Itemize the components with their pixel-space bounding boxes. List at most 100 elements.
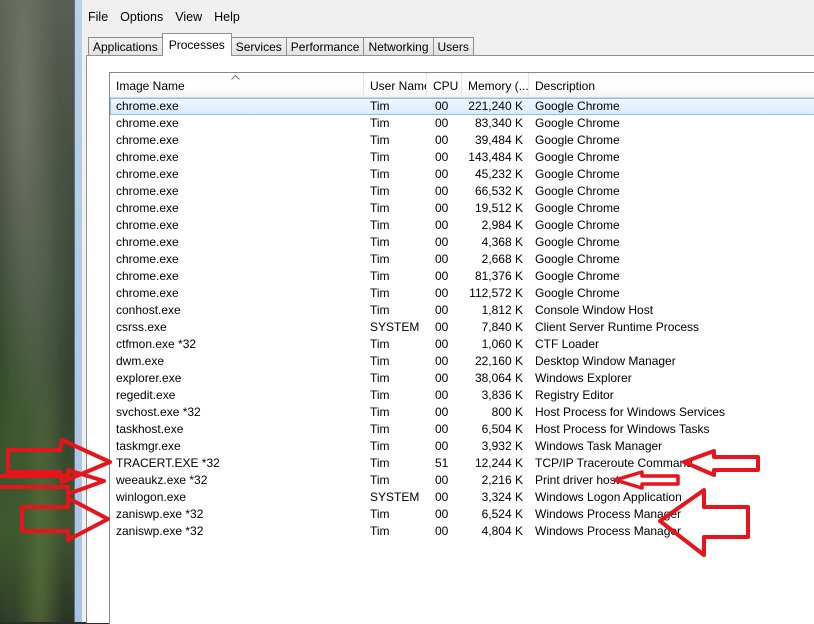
- cell-description: CTF Loader: [535, 337, 600, 351]
- column-header-memory[interactable]: Memory (...: [462, 73, 529, 97]
- table-row[interactable]: csrss.exe SYSTEM 00 7,840 K Client Server Ru…: [110, 319, 814, 336]
- cell-memory: 143,484 K: [468, 150, 523, 164]
- cell-cpu: 00: [435, 405, 449, 419]
- cell-image-name: winlogon.exe: [116, 490, 187, 504]
- table-row[interactable]: zaniswp.exe *32 Tim 00 6,524 K Windows Proce…: [110, 506, 814, 523]
- cell-image-name: conhost.exe: [116, 303, 181, 317]
- column-header-cpu[interactable]: CPU: [427, 73, 462, 97]
- cell-description: Google Chrome: [535, 218, 620, 232]
- column-header-image-name[interactable]: Image Name: [110, 73, 364, 97]
- cell-cpu: 00: [435, 320, 449, 334]
- table-row[interactable]: chrome.exe Tim 00 4,368 K Google Chrome: [110, 234, 814, 251]
- table-row[interactable]: winlogon.exe SYSTEM 00 3,324 K Windows Logon…: [110, 489, 814, 506]
- table-row[interactable]: chrome.exe Tim 00 66,532 K Google Chrome: [110, 183, 814, 200]
- tab-performance[interactable]: Performance: [285, 37, 365, 56]
- cell-user-name: Tim: [370, 252, 390, 266]
- cell-user-name: Tim: [370, 371, 390, 385]
- table-row[interactable]: taskmgr.exe Tim 00 3,932 K Windows Task Mana…: [110, 438, 814, 455]
- cell-image-name: TRACERT.EXE *32: [116, 456, 220, 470]
- cell-image-name: chrome.exe: [116, 184, 179, 198]
- cell-image-name: chrome.exe: [116, 167, 179, 181]
- cell-user-name: Tim: [370, 473, 390, 487]
- cell-cpu: 00: [435, 371, 449, 385]
- cell-image-name: zaniswp.exe *32: [116, 524, 204, 538]
- cell-cpu: 00: [435, 150, 449, 164]
- cell-user-name: Tim: [370, 218, 390, 232]
- cell-cpu: 00: [435, 99, 449, 113]
- cell-description: Google Chrome: [535, 252, 620, 266]
- cell-user-name: Tim: [370, 184, 390, 198]
- table-row[interactable]: taskhost.exe Tim 00 6,504 K Host Process for…: [110, 421, 814, 438]
- menu-options[interactable]: Options: [114, 6, 169, 28]
- table-row[interactable]: dwm.exe Tim 00 22,160 K Desktop Window Manag…: [110, 353, 814, 370]
- cell-memory: 1,812 K: [481, 303, 523, 317]
- cell-cpu: 00: [435, 235, 449, 249]
- process-list-header: Image Name User Name CPU Memory (... Des…: [110, 73, 814, 98]
- tab-applications[interactable]: Applications: [88, 37, 163, 56]
- table-row[interactable]: explorer.exe Tim 00 38,064 K Windows Explore…: [110, 370, 814, 387]
- tab-services[interactable]: Services: [230, 37, 287, 56]
- column-header-user-name[interactable]: User Name: [364, 73, 427, 97]
- table-row[interactable]: chrome.exe Tim 00 45,232 K Google Chrome: [110, 166, 814, 183]
- cell-description: Client Server Runtime Process: [535, 320, 700, 334]
- cell-memory: 39,484 K: [474, 133, 523, 147]
- cell-cpu: 00: [435, 388, 449, 402]
- cell-description: TCP/IP Traceroute Command: [535, 456, 693, 470]
- cell-memory: 7,840 K: [481, 320, 523, 334]
- menu-file[interactable]: File: [82, 6, 114, 28]
- table-row[interactable]: chrome.exe Tim 00 39,484 K Google Chrome: [110, 132, 814, 149]
- cell-memory: 83,340 K: [474, 116, 523, 130]
- table-row[interactable]: chrome.exe Tim 00 112,572 K Google Chrome: [110, 285, 814, 302]
- menu-view[interactable]: View: [169, 6, 208, 28]
- cell-cpu: 00: [435, 473, 449, 487]
- cell-description: Desktop Window Manager: [535, 354, 676, 368]
- column-header-description[interactable]: Description: [529, 73, 814, 97]
- menu-help[interactable]: Help: [208, 6, 246, 28]
- cell-image-name: svchost.exe *32: [116, 405, 201, 419]
- table-row[interactable]: weeaukz.exe *32 Tim 00 2,216 K Print driver …: [110, 472, 814, 489]
- tab-processes[interactable]: Processes: [161, 33, 232, 56]
- cell-memory: 38,064 K: [474, 371, 523, 385]
- cell-memory: 22,160 K: [474, 354, 523, 368]
- cell-cpu: 00: [435, 252, 449, 266]
- cell-description: Host Process for Windows Tasks: [535, 422, 710, 436]
- column-header-label: Image Name: [116, 79, 185, 93]
- table-row[interactable]: ctfmon.exe *32 Tim 00 1,060 K CTF Loader: [110, 336, 814, 353]
- table-row[interactable]: chrome.exe Tim 00 2,668 K Google Chrome: [110, 251, 814, 268]
- process-list[interactable]: Image Name User Name CPU Memory (... Des…: [109, 72, 814, 624]
- table-row[interactable]: TRACERT.EXE *32 Tim 51 12,244 K TCP/IP Trace…: [110, 455, 814, 472]
- cell-description: Windows Process Manager: [535, 507, 682, 521]
- cell-image-name: taskhost.exe: [116, 422, 184, 436]
- table-row[interactable]: chrome.exe Tim 00 2,984 K Google Chrome: [110, 217, 814, 234]
- cell-description: Windows Task Manager: [535, 439, 663, 453]
- cell-user-name: Tim: [370, 150, 390, 164]
- table-row[interactable]: chrome.exe Tim 00 19,512 K Google Chrome: [110, 200, 814, 217]
- cell-description: Google Chrome: [535, 99, 620, 113]
- cell-user-name: Tim: [370, 405, 390, 419]
- cell-cpu: 00: [435, 269, 449, 283]
- cell-memory: 3,324 K: [481, 490, 523, 504]
- cell-description: Google Chrome: [535, 150, 620, 164]
- table-row[interactable]: chrome.exe Tim 00 221,240 K Google Chrome: [110, 98, 814, 115]
- tab-users[interactable]: Users: [432, 37, 474, 56]
- cell-description: Google Chrome: [535, 286, 620, 300]
- table-row[interactable]: chrome.exe Tim 00 81,376 K Google Chrome: [110, 268, 814, 285]
- table-row[interactable]: chrome.exe Tim 00 83,340 K Google Chrome: [110, 115, 814, 132]
- table-row[interactable]: conhost.exe Tim 00 1,812 K Console Window Ho…: [110, 302, 814, 319]
- cell-description: Registry Editor: [535, 388, 614, 402]
- cell-user-name: Tim: [370, 133, 390, 147]
- cell-memory: 800 K: [491, 405, 523, 419]
- cell-description: Google Chrome: [535, 184, 620, 198]
- cell-description: Windows Explorer: [535, 371, 632, 385]
- table-row[interactable]: regedit.exe Tim 00 3,836 K Registry Editor: [110, 387, 814, 404]
- cell-image-name: chrome.exe: [116, 218, 179, 232]
- tab-networking[interactable]: Networking: [363, 37, 434, 56]
- table-row[interactable]: zaniswp.exe *32 Tim 00 4,804 K Windows Proce…: [110, 523, 814, 540]
- table-row[interactable]: chrome.exe Tim 00 143,484 K Google Chrome: [110, 149, 814, 166]
- cell-description: Print driver host: [535, 473, 620, 487]
- cell-description: Host Process for Windows Services: [535, 405, 726, 419]
- cell-user-name: Tim: [370, 303, 390, 317]
- table-row[interactable]: svchost.exe *32 Tim 00 800 K Host Process fo…: [110, 404, 814, 421]
- cell-cpu: 00: [435, 337, 449, 351]
- sort-ascending-icon: [231, 74, 240, 82]
